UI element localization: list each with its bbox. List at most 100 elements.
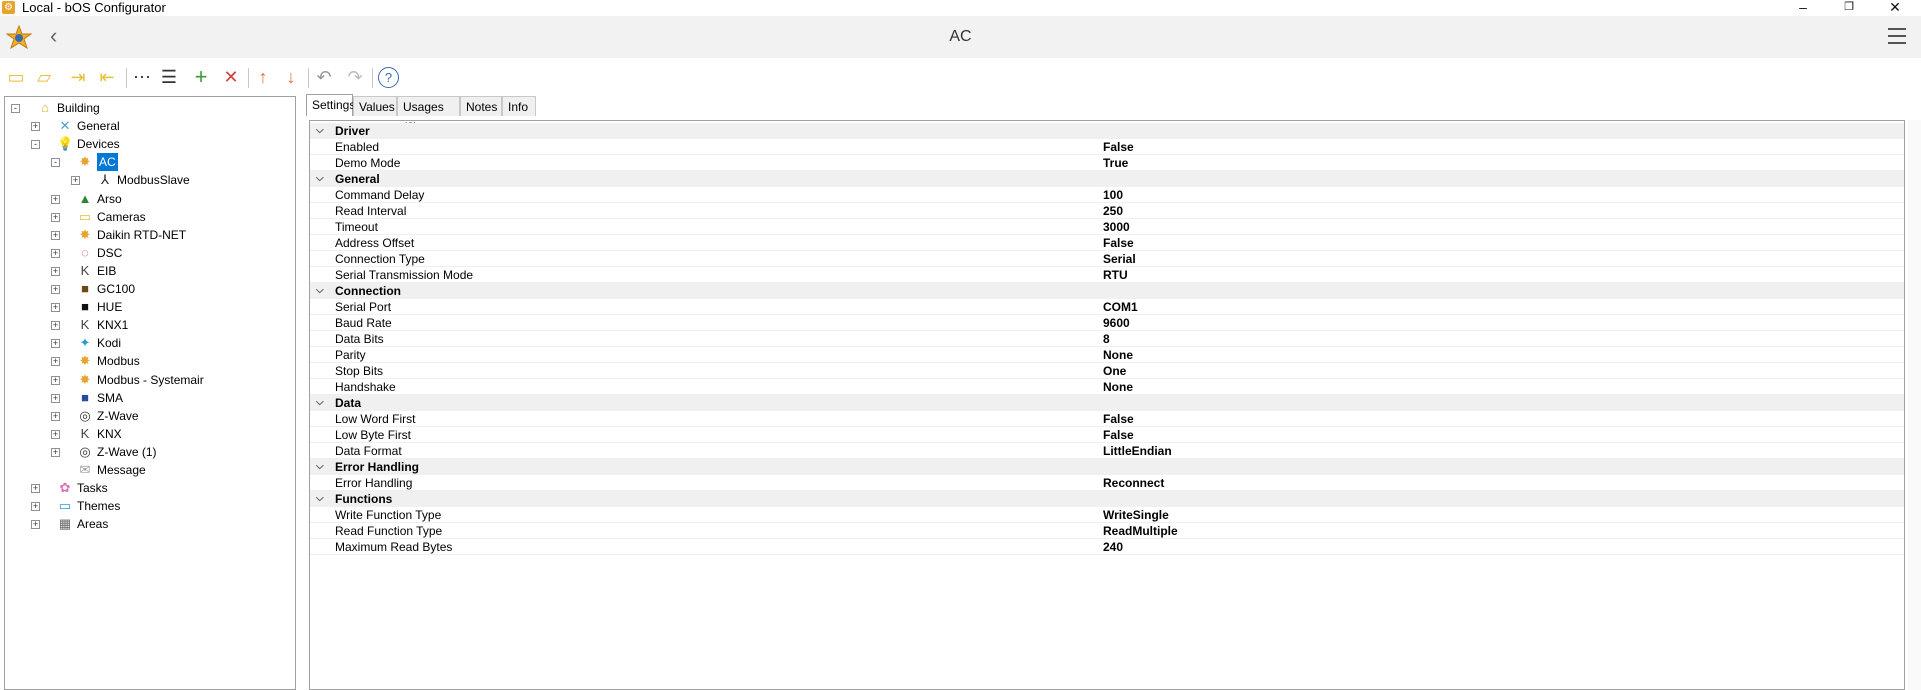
expand-icon[interactable]: +	[51, 447, 60, 457]
property-row[interactable]: Maximum Read Bytes 240	[310, 539, 1904, 555]
collapse-chevron-icon[interactable]: ⌵	[316, 171, 324, 187]
property-row[interactable]: Error Handling Reconnect	[310, 475, 1904, 491]
property-row[interactable]: Demo Mode True	[310, 155, 1904, 171]
tree-item-modbusslave[interactable]: + ⅄ ModbusSlave	[5, 171, 293, 189]
property-row[interactable]: Read Interval 250	[310, 203, 1904, 219]
restore-icon[interactable]: ❐	[1826, 0, 1872, 16]
property-row[interactable]: Low Word First False	[310, 411, 1904, 427]
tree-item-daikin-rtd-net[interactable]: + ✸ Daikin RTD-NET	[5, 226, 293, 244]
property-value[interactable]: WriteSingle	[1103, 507, 1169, 523]
property-value[interactable]: False	[1103, 427, 1134, 443]
tree-item-z-wave-1[interactable]: + ◎ Z-Wave (1)	[5, 443, 293, 461]
tree-item-message[interactable]: ✉ Message	[5, 461, 293, 479]
property-row[interactable]: Command Delay 100	[310, 187, 1904, 203]
category-functions[interactable]: ⌵ Functions	[310, 491, 1904, 507]
property-row[interactable]: Data Format LittleEndian	[310, 443, 1904, 459]
scrollbar-track[interactable]	[1908, 120, 1921, 690]
more-icon[interactable]: ⋯	[131, 66, 153, 88]
minimize-icon[interactable]: –	[1780, 0, 1826, 16]
tree-item-knx[interactable]: + K KNX	[5, 425, 293, 443]
collapse-chevron-icon[interactable]: ⌵	[316, 123, 324, 139]
property-row[interactable]: Data Bits 8	[310, 331, 1904, 347]
collapse-chevron-icon[interactable]: ⌵	[316, 459, 324, 475]
import-icon[interactable]: ⇥	[67, 66, 89, 88]
property-row[interactable]: Serial Transmission Mode RTU	[310, 267, 1904, 283]
property-grid[interactable]: ⌵ Driver Enabled False Demo Mode True ⌵ General…	[309, 120, 1905, 690]
expand-icon[interactable]: +	[51, 393, 60, 403]
property-row[interactable]: Low Byte First False	[310, 427, 1904, 443]
move-up-icon[interactable]: ↑	[252, 66, 274, 88]
tab-settings[interactable]: Settings	[306, 94, 355, 116]
tab-usages-0[interactable]: Usages (0)	[397, 96, 460, 134]
expand-icon[interactable]: +	[51, 230, 60, 240]
expand-icon[interactable]: +	[31, 502, 40, 512]
tree-item-knx1[interactable]: + K KNX1	[5, 316, 293, 334]
property-value[interactable]: None	[1103, 347, 1133, 363]
property-value[interactable]: One	[1103, 363, 1126, 379]
property-value[interactable]: 8	[1103, 331, 1110, 347]
expand-icon[interactable]: +	[51, 285, 60, 294]
tree-item-devices[interactable]: - 💡 Devices	[5, 135, 293, 153]
expand-icon[interactable]: +	[31, 484, 40, 494]
delete-icon[interactable]: ✕	[220, 66, 242, 88]
property-value[interactable]: False	[1103, 235, 1134, 251]
tree-item-hue[interactable]: + ■ HUE	[5, 298, 293, 316]
property-value[interactable]: False	[1103, 139, 1134, 155]
tab-info[interactable]: Info	[502, 96, 536, 116]
expand-icon[interactable]: +	[51, 248, 60, 258]
tree-item-modbus-systemair[interactable]: + ✸ Modbus - Systemair	[5, 371, 293, 389]
property-row[interactable]: Timeout 3000	[310, 219, 1904, 235]
property-value[interactable]: LittleEndian	[1103, 443, 1172, 459]
undo-icon[interactable]: ↶	[313, 66, 335, 88]
menu-icon[interactable]	[1888, 28, 1906, 49]
tree-item-general[interactable]: + ✕ General	[5, 117, 293, 135]
expand-icon[interactable]: +	[51, 321, 60, 331]
filter-settings-icon[interactable]: ☰	[158, 66, 180, 88]
tree-item-gc100[interactable]: + ■ GC100	[5, 280, 293, 298]
tree-item-z-wave[interactable]: + ◎ Z-Wave	[5, 407, 293, 425]
property-row[interactable]: Baud Rate 9600	[310, 315, 1904, 331]
expand-icon[interactable]: +	[51, 339, 60, 349]
category-data[interactable]: ⌵ Data	[310, 395, 1904, 411]
collapse-icon[interactable]: -	[11, 104, 20, 113]
property-value[interactable]: True	[1103, 155, 1128, 171]
property-value[interactable]: 240	[1103, 539, 1123, 555]
property-row[interactable]: Write Function Type WriteSingle	[310, 507, 1904, 523]
tree-item-arso[interactable]: + ▲ Arso	[5, 190, 293, 208]
property-value[interactable]: Serial	[1103, 251, 1136, 267]
tree-item-modbus[interactable]: + ✸ Modbus	[5, 352, 293, 370]
property-row[interactable]: Stop Bits One	[310, 363, 1904, 379]
collapse-chevron-icon[interactable]: ⌵	[316, 491, 324, 507]
expand-icon[interactable]: +	[31, 520, 40, 530]
tree-item-themes[interactable]: + ▭ Themes	[5, 497, 293, 515]
property-row[interactable]: Connection Type Serial	[310, 251, 1904, 267]
property-value[interactable]: 100	[1103, 187, 1123, 203]
property-value[interactable]: False	[1103, 411, 1134, 427]
property-value[interactable]: 9600	[1103, 315, 1130, 331]
tab-values[interactable]: Values	[353, 96, 397, 116]
tree-item-kodi[interactable]: + ✦ Kodi	[5, 334, 293, 352]
tree-item-areas[interactable]: + ▦ Areas	[5, 515, 293, 533]
help-icon[interactable]: ?	[378, 67, 399, 88]
expand-icon[interactable]: +	[31, 122, 40, 132]
expand-icon[interactable]: +	[51, 194, 60, 204]
property-value[interactable]: Reconnect	[1103, 475, 1164, 491]
category-driver[interactable]: ⌵ Driver	[310, 123, 1904, 139]
tree-item-ac[interactable]: - ✸ AC	[5, 153, 293, 172]
property-value[interactable]: ReadMultiple	[1103, 523, 1178, 539]
property-row[interactable]: Parity None	[310, 347, 1904, 363]
redo-icon[interactable]: ↷	[344, 66, 366, 88]
device-tree[interactable]: - ⌂ Building + ✕ General - 💡 Devices - ✸ AC + ⅄ Modbus…	[4, 96, 296, 690]
tree-item-sma[interactable]: + ■ SMA	[5, 389, 293, 407]
collapse-icon[interactable]: -	[51, 158, 60, 168]
expand-icon[interactable]: +	[51, 212, 60, 222]
expand-icon[interactable]: +	[51, 375, 60, 385]
expand-icon[interactable]: +	[51, 429, 60, 439]
tree-item-cameras[interactable]: + ▭ Cameras	[5, 208, 293, 226]
tree-item-dsc[interactable]: + ◌ DSC	[5, 244, 293, 262]
export-icon[interactable]: ⇤	[96, 66, 118, 88]
property-value[interactable]: 250	[1103, 203, 1123, 219]
category-error-handling[interactable]: ⌵ Error Handling	[310, 459, 1904, 475]
property-value[interactable]: RTU	[1103, 267, 1128, 283]
expand-icon[interactable]: +	[51, 411, 60, 421]
